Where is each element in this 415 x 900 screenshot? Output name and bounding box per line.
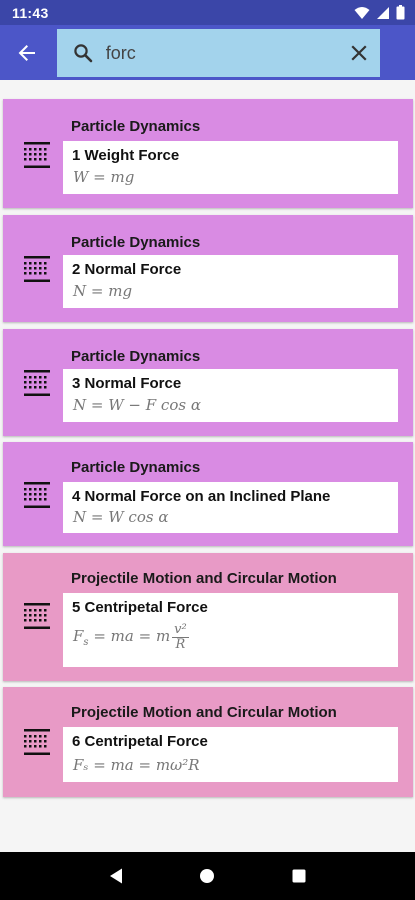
result-card[interactable]: Projectile Motion and Circular Motion 5 …	[3, 553, 413, 681]
result-card[interactable]: Particle Dynamics 3 Normal Force N = W −…	[3, 329, 413, 436]
status-icons	[354, 5, 405, 20]
result-title: 3 Normal Force	[72, 375, 182, 392]
formula-list-icon	[24, 482, 50, 508]
formula-lhs: F	[73, 627, 84, 646]
status-time: 11:43	[12, 4, 49, 21]
result-title: 1 Weight Force	[72, 147, 180, 164]
circle-home-icon	[200, 869, 215, 883]
search-box	[57, 29, 380, 77]
result-card[interactable]: Particle Dynamics 1 Weight Force W = mg	[3, 99, 413, 208]
result-formula: N = mg	[73, 282, 133, 300]
result-formula: N = W cos α	[73, 508, 169, 526]
signal-icon	[377, 6, 389, 19]
search-icon	[63, 43, 104, 63]
square-recents-icon	[292, 869, 306, 883]
result-formula: W = mg	[73, 168, 135, 186]
result-body: 1 Weight Force W = mg	[63, 141, 398, 194]
result-card[interactable]: Particle Dynamics 2 Normal Force N = mg	[3, 215, 413, 322]
result-body: 5 Centripetal Force Fs = ma = m v² R	[63, 593, 398, 667]
formula-fraction: v² R	[172, 623, 189, 651]
result-body: 6 Centripetal Force Fₛ = ma = mω²R	[63, 727, 398, 782]
system-nav-bar	[0, 852, 415, 900]
formula-list-icon	[24, 370, 50, 396]
back-button[interactable]	[0, 25, 54, 80]
nav-home-button[interactable]	[183, 852, 231, 900]
battery-icon	[396, 5, 405, 20]
result-category: Projectile Motion and Circular Motion	[71, 570, 337, 587]
result-title: 6 Centripetal Force	[72, 733, 208, 750]
result-formula: Fₛ = ma = mω²R	[73, 756, 200, 774]
result-card[interactable]: Projectile Motion and Circular Motion 6 …	[3, 687, 413, 797]
result-body: 4 Normal Force on an Inclined Plane N = …	[63, 482, 398, 533]
arrow-back-icon	[18, 44, 35, 61]
result-formula: N = W − F cos α	[73, 396, 201, 414]
formula-middle: = ma = m	[88, 627, 171, 646]
result-category: Particle Dynamics	[71, 459, 201, 476]
triangle-back-icon	[109, 868, 122, 884]
wifi-icon	[354, 6, 370, 19]
formula-list-icon	[24, 603, 50, 629]
formula-list-icon	[24, 729, 50, 755]
result-body: 2 Normal Force N = mg	[63, 255, 398, 308]
status-bar: 11:43	[0, 0, 415, 25]
result-card[interactable]: Particle Dynamics 4 Normal Force on an I…	[3, 442, 413, 546]
app-bar	[0, 25, 415, 80]
search-input[interactable]	[103, 29, 338, 77]
close-icon	[351, 45, 367, 61]
result-title: 4 Normal Force on an Inclined Plane	[72, 488, 331, 505]
result-category: Particle Dynamics	[71, 118, 201, 135]
nav-back-button[interactable]	[92, 852, 140, 900]
result-title: 2 Normal Force	[72, 261, 182, 278]
result-category: Projectile Motion and Circular Motion	[71, 704, 337, 721]
clear-search-button[interactable]	[338, 29, 380, 77]
fraction-numerator: v²	[172, 622, 189, 638]
result-body: 3 Normal Force N = W − F cos α	[63, 369, 398, 422]
result-category: Particle Dynamics	[71, 348, 201, 365]
result-formula: Fs = ma = m v² R	[73, 623, 189, 651]
formula-list-icon	[24, 142, 50, 168]
result-category: Particle Dynamics	[71, 234, 201, 251]
formula-list-icon	[24, 256, 50, 282]
nav-recents-button[interactable]	[275, 852, 323, 900]
fraction-denominator: R	[175, 636, 186, 652]
result-title: 5 Centripetal Force	[72, 599, 208, 616]
